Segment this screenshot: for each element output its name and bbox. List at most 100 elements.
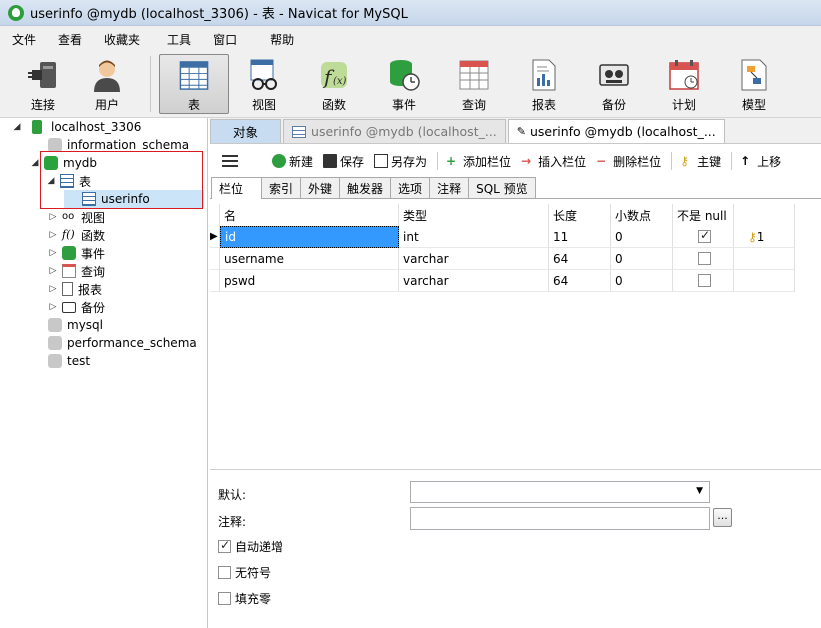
table-row[interactable]: username varchar 64 0	[210, 248, 796, 270]
auto-increment-option[interactable]: 自动递增	[218, 538, 283, 555]
tree-item-backups[interactable]: ▷ 备份	[48, 298, 105, 316]
menu-icon[interactable]	[222, 155, 238, 167]
not-null-checkbox[interactable]	[698, 228, 711, 243]
header-name[interactable]: 名	[220, 204, 399, 226]
tab-foreign-keys[interactable]: 外键	[300, 177, 341, 198]
field-type-cell[interactable]: varchar	[399, 248, 549, 270]
zerofill-checkbox[interactable]	[218, 592, 231, 605]
new-button[interactable]: 新建	[272, 153, 313, 170]
tree-item-performance-schema[interactable]: performance_schema	[48, 334, 197, 352]
tab-fields[interactable]: 栏位	[211, 177, 262, 199]
move-up-button[interactable]: ↑ 上移	[740, 153, 781, 170]
key-cell[interactable]	[734, 270, 795, 292]
add-field-button[interactable]: + 添加栏位	[446, 153, 511, 170]
schedule-button[interactable]: 计划	[649, 54, 719, 114]
field-type-cell[interactable]: int	[399, 226, 549, 248]
menu-tools[interactable]: 工具	[151, 26, 202, 54]
tree-item-tables[interactable]: ◢ 表	[46, 172, 91, 190]
insert-field-button[interactable]: → 插入栏位	[521, 153, 586, 170]
tree-item-connection[interactable]: ◢ localhost_3306	[12, 118, 141, 136]
tab-sql-preview[interactable]: SQL 预览	[468, 177, 536, 198]
model-button[interactable]: 模型	[719, 54, 789, 114]
save-as-button[interactable]: 另存为	[374, 153, 427, 170]
unsigned-checkbox[interactable]	[218, 566, 231, 579]
table-row[interactable]: ▶ id int 11 0 ⚷1	[210, 226, 796, 248]
add-field-icon: +	[446, 154, 457, 168]
field-type-cell[interactable]: varchar	[399, 270, 549, 292]
field-name-cell[interactable]: id	[220, 226, 399, 248]
tree-item-reports[interactable]: ▷ 报表	[48, 280, 102, 298]
header-type[interactable]: 类型	[399, 204, 549, 226]
field-length-cell[interactable]: 64	[549, 270, 611, 292]
menu-file[interactable]: 文件	[0, 26, 47, 54]
field-length-cell[interactable]: 64	[549, 248, 611, 270]
menu-help[interactable]: 帮助	[248, 26, 305, 54]
field-decimals-cell[interactable]: 0	[611, 226, 673, 248]
expand-arrow-icon[interactable]: ▷	[48, 248, 58, 258]
primary-key-button[interactable]: ⚷ 主键	[680, 153, 721, 170]
header-decimals[interactable]: 小数点	[611, 204, 673, 226]
tree-item-test[interactable]: test	[48, 352, 90, 370]
tab-indexes[interactable]: 索引	[261, 177, 302, 198]
tab-userinfo-design[interactable]: ✎ userinfo @mydb (localhost_...	[507, 119, 725, 143]
design-table-icon: ✎	[516, 125, 526, 138]
tree-item-events[interactable]: ▷ 事件	[48, 244, 105, 262]
collapse-arrow-icon[interactable]: ◢	[12, 122, 22, 132]
expand-arrow-icon[interactable]: ▷	[48, 212, 58, 222]
query-button[interactable]: 查询	[439, 54, 509, 114]
field-name-cell[interactable]: pswd	[220, 270, 399, 292]
expand-arrow-icon[interactable]: ▷	[48, 284, 58, 294]
user-button[interactable]: 用户	[72, 54, 142, 114]
tab-options[interactable]: 选项	[390, 177, 431, 198]
expand-arrow-icon[interactable]: ▷	[48, 230, 58, 240]
key-cell[interactable]: ⚷ 1	[734, 226, 795, 248]
connect-button[interactable]: 连接	[14, 54, 72, 114]
key-cell[interactable]	[734, 248, 795, 270]
backup-button[interactable]: 备份	[579, 54, 649, 114]
save-button[interactable]: 保存	[323, 153, 364, 170]
tree-item-functions[interactable]: ▷ f() 函数	[48, 226, 105, 244]
menu-view[interactable]: 查看	[47, 26, 93, 54]
expand-arrow-icon[interactable]: ▷	[48, 302, 58, 312]
table-button[interactable]: 表	[159, 54, 229, 114]
tree-item-views[interactable]: ▷ oo 视图	[48, 208, 105, 226]
collapse-arrow-icon[interactable]: ◢	[46, 176, 56, 186]
tab-triggers[interactable]: 触发器	[339, 177, 392, 198]
event-button[interactable]: 事件	[369, 54, 439, 114]
field-name-cell[interactable]: username	[220, 248, 399, 270]
menu-window[interactable]: 窗口	[202, 26, 248, 54]
delete-field-button[interactable]: − 删除栏位	[596, 153, 661, 170]
not-null-checkbox[interactable]	[698, 252, 711, 265]
auto-increment-checkbox[interactable]	[218, 538, 231, 553]
new-label: 新建	[289, 154, 314, 169]
tree-item-mydb[interactable]: ◢ mydb	[30, 154, 97, 172]
zerofill-option[interactable]: 填充零	[218, 590, 271, 607]
table-row[interactable]: pswd varchar 64 0	[210, 270, 796, 292]
tree-item-queries[interactable]: ▷ 查询	[48, 262, 105, 280]
comment-input[interactable]	[410, 507, 710, 530]
header-not-null[interactable]: 不是 null	[673, 204, 734, 226]
not-null-checkbox[interactable]	[698, 274, 711, 287]
field-decimals-cell[interactable]: 0	[611, 270, 673, 292]
tab-objects[interactable]: 对象	[210, 119, 282, 143]
tab-userinfo-data[interactable]: userinfo @mydb (localhost_...	[283, 119, 506, 143]
save-as-label: 另存为	[391, 154, 428, 169]
header-length[interactable]: 长度	[549, 204, 611, 226]
unsigned-option[interactable]: 无符号	[218, 564, 271, 581]
field-decimals-cell[interactable]: 0	[611, 248, 673, 270]
function-button[interactable]: f (x) 函数	[299, 54, 369, 114]
tree-item-mysql[interactable]: mysql	[48, 316, 103, 334]
tree-item-information-schema[interactable]: information_schema	[48, 136, 189, 154]
default-value-select[interactable]: ▼	[410, 481, 710, 503]
tab-comments[interactable]: 注释	[429, 177, 470, 198]
tree-item-userinfo[interactable]: userinfo	[64, 190, 204, 208]
menu-favorites[interactable]: 收藏夹	[93, 26, 151, 54]
model-icon	[741, 59, 767, 91]
expand-arrow-icon[interactable]: ▷	[48, 266, 58, 276]
comment-editor-button[interactable]: ...	[713, 508, 732, 527]
report-button[interactable]: 报表	[509, 54, 579, 114]
function-label: 函数	[321, 98, 346, 112]
collapse-arrow-icon[interactable]: ◢	[30, 158, 40, 168]
view-button[interactable]: 视图	[229, 54, 299, 114]
field-length-cell[interactable]: 11	[549, 226, 611, 248]
